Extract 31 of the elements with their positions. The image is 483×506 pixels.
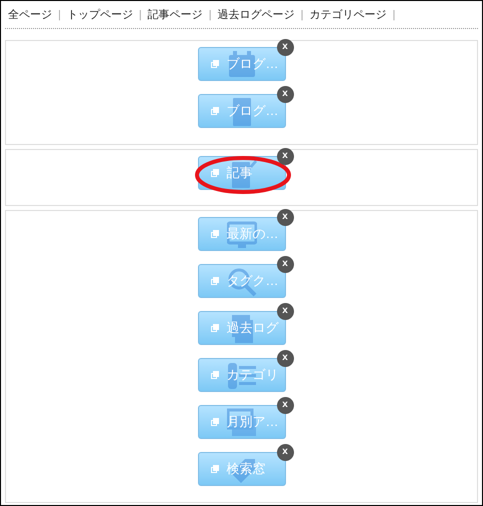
window-icon bbox=[210, 464, 218, 472]
nav-link[interactable]: カテゴリページ bbox=[309, 7, 386, 24]
window-icon bbox=[210, 324, 218, 332]
window-icon bbox=[210, 370, 218, 378]
nav-link[interactable]: 記事ページ bbox=[148, 7, 203, 24]
close-button[interactable]: x bbox=[276, 444, 294, 460]
window-icon bbox=[210, 230, 218, 238]
window-icon bbox=[210, 168, 218, 176]
separator: | bbox=[392, 8, 396, 23]
separator: | bbox=[138, 8, 142, 23]
separator: | bbox=[300, 8, 304, 23]
layers-icon bbox=[226, 408, 256, 436]
separator: | bbox=[58, 8, 61, 23]
close-button[interactable]: x bbox=[276, 148, 294, 164]
separator: | bbox=[208, 8, 212, 23]
close-button[interactable]: x bbox=[276, 86, 294, 102]
list-icon bbox=[228, 362, 256, 388]
nav-link[interactable]: 全ページ bbox=[8, 7, 52, 24]
window-icon bbox=[210, 106, 218, 114]
nav-link[interactable]: トップページ bbox=[66, 7, 133, 24]
nav-link[interactable]: 過去ログページ bbox=[218, 7, 295, 24]
close-button[interactable]: x bbox=[276, 350, 294, 366]
close-button[interactable]: x bbox=[276, 208, 294, 226]
window-icon bbox=[210, 60, 218, 68]
close-button[interactable]: x bbox=[276, 302, 294, 320]
window-icon bbox=[210, 276, 218, 284]
calendar-icon bbox=[228, 50, 254, 76]
close-button[interactable]: x bbox=[276, 38, 294, 56]
close-button[interactable]: x bbox=[276, 256, 294, 272]
window-icon bbox=[210, 418, 218, 426]
close-button[interactable]: x bbox=[276, 396, 294, 414]
